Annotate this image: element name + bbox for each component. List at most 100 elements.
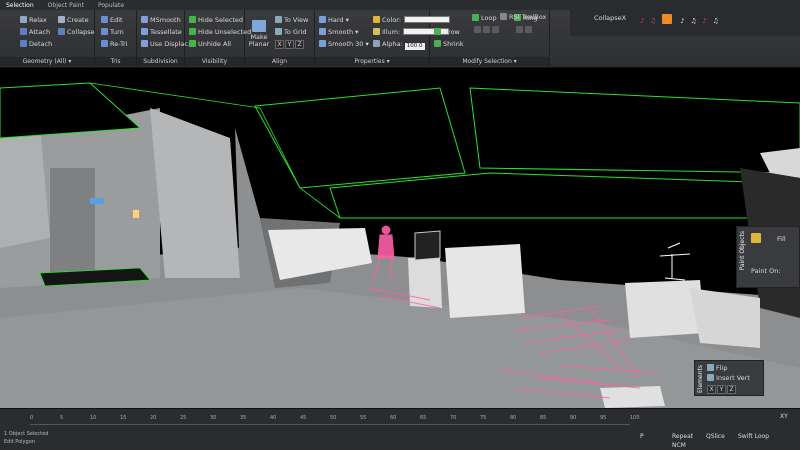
tris-group: Edit Turn Re-Tri Tris — [95, 10, 137, 68]
repeat-button[interactable]: Repeat — [672, 433, 693, 440]
ncm-label: NCM — [672, 442, 686, 449]
timeline-ruler[interactable]: 0 5 10 15 20 25 30 35 40 45 50 55 60 65 70 75 80 85 90 95 10… — [30, 415, 640, 425]
relax-button[interactable]: Relax — [20, 16, 47, 24]
mode-status: Edit Polygon — [4, 439, 35, 445]
tessellate-button[interactable]: Tessellate — [141, 28, 182, 36]
align-group: Make Planar To View To Grid XYZ Align — [245, 10, 315, 68]
to-grid-button[interactable]: To Grid — [275, 28, 307, 36]
detach-button[interactable]: Detach — [20, 40, 52, 48]
alpha-icon — [373, 40, 380, 47]
timeline-tick: 80 — [510, 415, 517, 421]
hide-unselected-button[interactable]: Hide Unselected — [189, 28, 251, 36]
collapsex-button[interactable]: CollapseX — [594, 14, 626, 22]
turn-tri-button[interactable]: Turn — [101, 28, 124, 36]
flip-button[interactable]: Flip — [707, 364, 727, 372]
wall-block — [150, 108, 240, 278]
viewport-3d[interactable]: Paint Objects Fill Paint On: Elements Fl… — [0, 68, 800, 408]
tris-group-label: Tris — [95, 57, 136, 66]
edit-tri-button[interactable]: Edit — [101, 16, 123, 24]
elements-panel: Elements Flip Insert Vert XYZ — [694, 360, 764, 396]
properties-group-label[interactable]: Properties ▾ — [315, 57, 429, 66]
alpha-field[interactable]: Alpha: 100.0 — [373, 40, 425, 50]
illum-icon — [373, 28, 380, 35]
tab-object-paint[interactable]: Object Paint — [48, 2, 84, 9]
alpha-value[interactable]: 100.0 — [404, 43, 425, 50]
create-icon — [58, 16, 65, 23]
align-z-button[interactable]: Z — [295, 40, 304, 49]
ceiling-panel-center — [254, 87, 466, 189]
create-button[interactable]: Create — [58, 16, 89, 24]
subdivision-group-label: Subdivision — [137, 57, 184, 66]
note-icon[interactable]: ♪ — [640, 17, 644, 25]
align-y-button[interactable]: Y — [285, 40, 294, 49]
loop-button[interactable]: Loop — [472, 14, 497, 22]
elements-axes: XYZ — [707, 385, 737, 394]
hide-selected-icon — [189, 16, 196, 23]
timeline-tick: 20 — [150, 415, 157, 421]
smooth30-button[interactable]: Smooth 30 ▾ — [319, 40, 369, 48]
ribbon-tab-strip: Selection Object Paint Populate — [0, 0, 800, 10]
align-group-label: Align — [245, 57, 314, 66]
insert-vert-button[interactable]: Insert Vert — [707, 374, 750, 382]
note-icon[interactable]: ♫ — [690, 17, 696, 25]
retri-button[interactable]: Re-Tri — [101, 40, 127, 48]
timeline-tick: 95 — [600, 415, 607, 421]
axis-x-button[interactable]: X — [707, 385, 716, 394]
custom-toolbar: RSI ToolBox CollapseX ♪ ♫ ♪ ♫ ♪ ♫ — [500, 10, 800, 36]
grow-button[interactable]: Grow — [434, 28, 460, 36]
align-x-button[interactable]: X — [275, 40, 284, 49]
make-planar-icon — [252, 20, 266, 32]
attach-button[interactable]: Attach — [20, 28, 50, 36]
lamp-object — [659, 242, 691, 281]
timeline-tick: 90 — [570, 415, 577, 421]
loop-icon — [472, 14, 479, 21]
hard-button[interactable]: Hard ▾ — [319, 16, 349, 24]
unhide-all-button[interactable]: Unhide All — [189, 40, 231, 48]
note-icon[interactable]: ♫ — [713, 17, 719, 25]
timeline-tick: 65 — [420, 415, 427, 421]
attach-icon — [20, 28, 27, 35]
tab-populate[interactable]: Populate — [98, 2, 124, 9]
tab-selection[interactable]: Selection — [6, 2, 34, 9]
status-bar: 0 5 10 15 20 25 30 35 40 45 50 55 60 65 70 75 80 85 90 95 10… — [0, 408, 800, 450]
visibility-group: Hide Selected Hide Unselected Unhide All… — [185, 10, 251, 68]
axis-z-button[interactable]: Z — [727, 385, 736, 394]
note-icon[interactable]: ♪ — [680, 17, 684, 25]
unhide-all-icon — [189, 40, 196, 47]
swift-loop-button[interactable]: Swift Loop — [738, 433, 769, 440]
make-planar-button[interactable]: Make Planar — [248, 20, 270, 48]
scene-render — [0, 82, 800, 408]
collapse-icon — [58, 28, 65, 35]
timeline-tick: 25 — [180, 415, 187, 421]
toolbox-icon — [500, 13, 507, 20]
doorway — [50, 168, 95, 276]
music-tool-icons: ♪ ♫ ♪ ♫ ♪ ♫ — [640, 14, 718, 25]
align-axes: XYZ — [275, 40, 305, 49]
displace-icon — [141, 40, 148, 47]
to-view-button[interactable]: To View — [275, 16, 308, 24]
note-icon[interactable]: ♪ — [702, 17, 706, 25]
timeline-tick: 70 — [450, 415, 457, 421]
msmooth-button[interactable]: MSmooth — [141, 16, 181, 24]
geometry-group-label[interactable]: Geometry (All) ▾ — [0, 57, 94, 66]
timeline-tick: 100 — [630, 415, 640, 421]
modify-selection-group-label[interactable]: Modify Selection ▾ — [430, 57, 549, 66]
hide-selected-button[interactable]: Hide Selected — [189, 16, 243, 24]
subdivision-group: MSmooth Tessellate Use Displac... Subdiv… — [137, 10, 194, 68]
paint-brush-icon[interactable] — [751, 233, 763, 244]
screen — [414, 230, 441, 261]
axis-y-button[interactable]: Y — [717, 385, 726, 394]
active-tool-icon[interactable] — [662, 14, 673, 24]
note-icon[interactable]: ♫ — [650, 17, 656, 25]
selection-status: 1 Object Selected — [4, 431, 49, 437]
wall-sign — [90, 198, 104, 204]
timeline-tick: 45 — [300, 415, 307, 421]
qslice-button[interactable]: QSlice — [706, 433, 725, 440]
paint-objects-title: Paint Objects — [739, 231, 746, 271]
rsi-toolbox-button[interactable]: RSI ToolBox — [500, 13, 546, 21]
timeline-tick: 40 — [270, 415, 277, 421]
shrink-button[interactable]: Shrink — [434, 40, 464, 48]
collapse-button[interactable]: Collapse — [58, 28, 95, 36]
hide-unselected-icon — [189, 28, 196, 35]
smooth-button[interactable]: Smooth ▾ — [319, 28, 358, 36]
